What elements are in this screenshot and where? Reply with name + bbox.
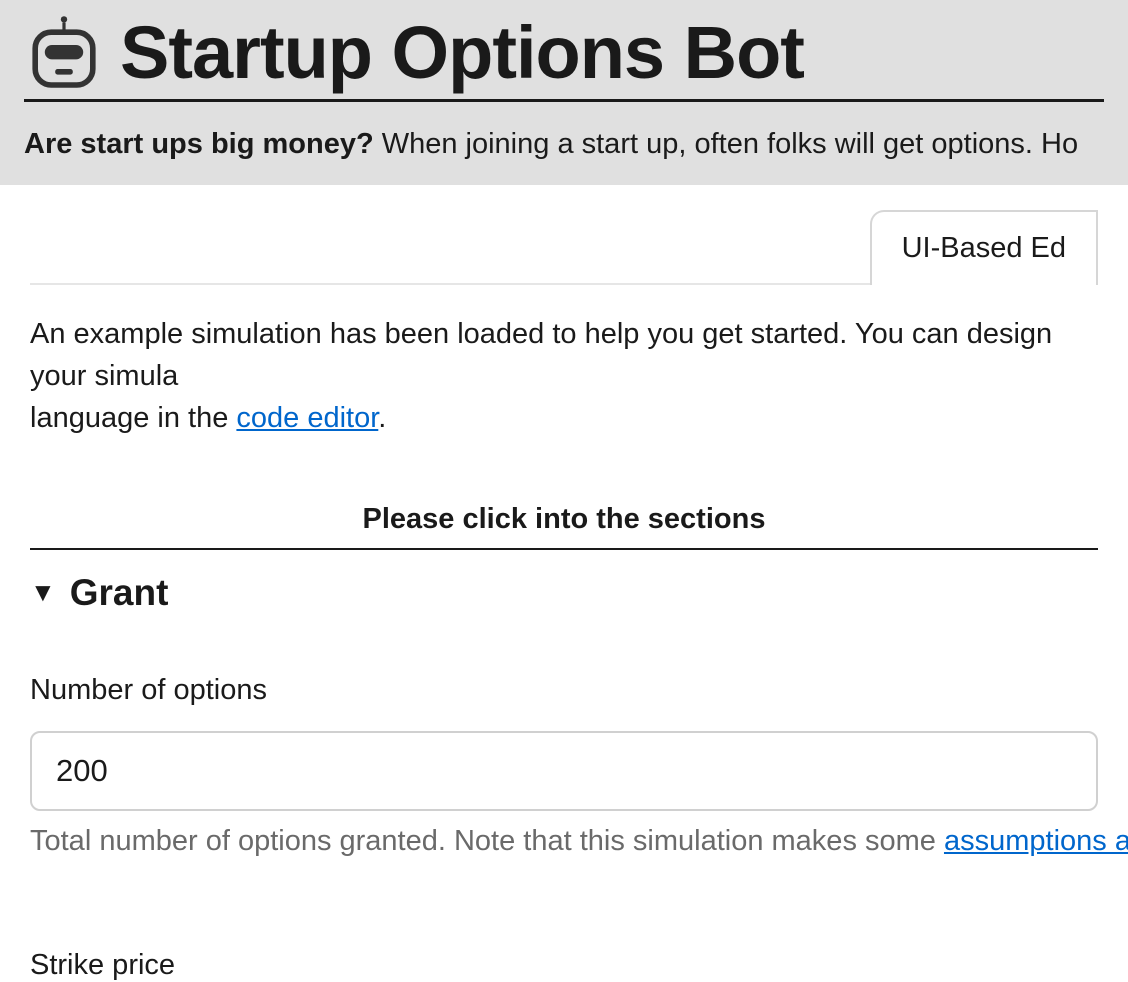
num-options-input[interactable] <box>30 731 1098 811</box>
num-options-label: Number of options <box>30 674 1098 707</box>
num-options-help-text: Total number of options granted. Note th… <box>30 825 944 857</box>
title-row: Startup Options Bot <box>24 10 1104 102</box>
tabs: UI-Based Ed <box>30 211 1098 285</box>
field-num-options: Number of options Total number of option… <box>30 614 1098 862</box>
field-strike-price: Strike price <box>30 861 1098 982</box>
main-content: UI-Based Ed An example simulation has be… <box>0 185 1128 982</box>
intro-line2-prefix: language in the <box>30 402 236 434</box>
subtitle-bold: Are start ups big money? <box>24 128 374 160</box>
instruction-text: Please click into the sections <box>30 439 1098 550</box>
page-title: Startup Options Bot <box>120 10 804 95</box>
num-options-help: Total number of options granted. Note th… <box>30 811 1098 862</box>
strike-price-label: Strike price <box>30 949 1098 982</box>
header: Startup Options Bot Are start ups big mo… <box>0 0 1128 185</box>
subtitle: Are start ups big money? When joining a … <box>24 102 1104 165</box>
section-grant-header[interactable]: ▼ Grant <box>30 550 1098 614</box>
code-editor-link[interactable]: code editor <box>236 402 378 434</box>
robot-icon <box>24 13 104 93</box>
disclosure-triangle-icon: ▼ <box>30 577 56 608</box>
section-grant-title: Grant <box>70 572 169 614</box>
intro-line2-suffix: . <box>378 402 386 434</box>
assumptions-link[interactable]: assumptions a <box>944 825 1128 857</box>
intro-text: An example simulation has been loaded to… <box>30 285 1098 439</box>
tab-ui-based-editor[interactable]: UI-Based Ed <box>870 210 1098 285</box>
subtitle-text: When joining a start up, often folks wil… <box>374 128 1078 160</box>
intro-line1: An example simulation has been loaded to… <box>30 318 1052 392</box>
